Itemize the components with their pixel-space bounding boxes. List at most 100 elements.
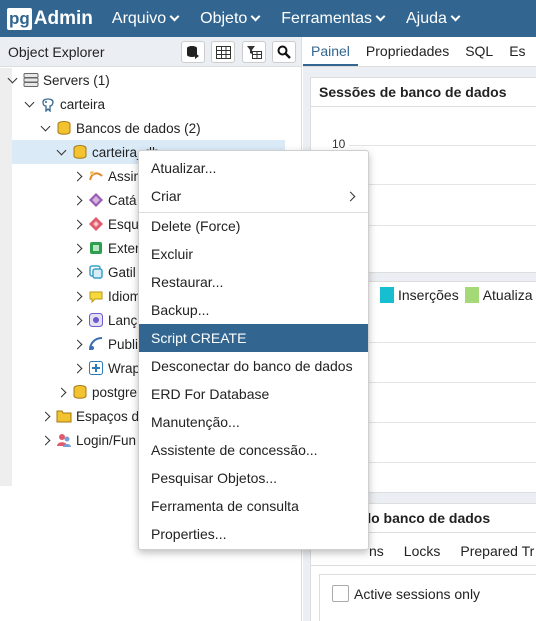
tab-es[interactable]: Es [501, 43, 533, 66]
ctx-atualizar[interactable]: Atualizar... [139, 154, 368, 182]
ctx-criar-label: Criar [151, 188, 182, 204]
ctx-desconectar[interactable]: Desconectar do banco de dados [139, 352, 368, 380]
pgadmin-logo: pg Admin [7, 0, 93, 37]
caret-right-icon[interactable] [69, 315, 85, 325]
tab-sql[interactable]: SQL [457, 43, 501, 66]
caret-down-icon[interactable] [53, 145, 69, 155]
search-button[interactable] [272, 41, 296, 63]
view-data-button[interactable] [211, 41, 235, 63]
tree-node-child-7[interactable]: Publi [69, 332, 138, 356]
tree-node-child-5[interactable]: Idiom [69, 284, 141, 308]
explorer-title: Object Explorer [8, 43, 105, 60]
menu-arquivo[interactable]: Arquivo [112, 10, 180, 28]
menu-ferramentas[interactable]: Ferramentas [281, 10, 386, 28]
menu-ajuda[interactable]: Ajuda [405, 9, 461, 28]
caret-right-icon[interactable] [37, 411, 53, 421]
tree-node-child-2[interactable]: Esqu [69, 212, 139, 236]
ctx-properties[interactable]: Properties... [139, 520, 368, 548]
tab-prepared[interactable]: Prepared Tr [460, 543, 534, 559]
tab-locks[interactable]: Locks [404, 543, 441, 559]
tree-node-login[interactable]: Login/Fun [37, 428, 136, 452]
ctx-backup[interactable]: Backup... [139, 296, 368, 324]
tree-label: Publi [108, 336, 139, 352]
tree-label: Gatil [108, 264, 136, 280]
ctx-script-create[interactable]: Script CREATE [139, 324, 368, 352]
database-icon [72, 384, 88, 400]
ctx-manutencao[interactable]: Manutenção... [139, 408, 368, 436]
chevron-down-icon [169, 11, 180, 21]
tab-sessions[interactable]: ns [369, 543, 384, 559]
gridline [349, 422, 536, 423]
main-tabs: Painel Propriedades SQL Es [303, 37, 536, 67]
tree-label: Lanç [108, 312, 138, 328]
gridline [349, 225, 536, 226]
tab-painel[interactable]: Painel [303, 43, 358, 66]
servers-icon [23, 72, 39, 88]
tree-label-servers: Servers (1) [43, 72, 110, 88]
tree-node-postgres[interactable]: postgre [53, 380, 137, 404]
tree-label: Wrap [108, 360, 141, 376]
caret-right-icon[interactable] [69, 291, 85, 301]
catalog-icon [88, 192, 104, 208]
tree-node-child-3[interactable]: Exter [69, 236, 140, 260]
active-sessions-checkbox[interactable] [332, 585, 349, 602]
caret-down-icon[interactable] [37, 121, 53, 131]
caret-right-icon[interactable] [53, 387, 69, 397]
filtered-rows-button[interactable] [242, 41, 266, 63]
tree-node-child-1[interactable]: Catá [69, 188, 137, 212]
tree-node-child-0[interactable]: Assin [69, 164, 141, 188]
tab-propriedades[interactable]: Propriedades [358, 43, 457, 66]
caret-right-icon[interactable] [69, 267, 85, 277]
caret-right-icon[interactable] [69, 243, 85, 253]
ctx-pesquisar[interactable]: Pesquisar Objetos... [139, 464, 368, 492]
caret-right-icon[interactable] [69, 171, 85, 181]
ctx-erd[interactable]: ERD For Database [139, 380, 368, 408]
gridline [349, 382, 536, 383]
legend-swatch-atualiza [464, 287, 479, 303]
caret-right-icon[interactable] [69, 195, 85, 205]
ctx-assistente[interactable]: Assistente de concessão... [139, 436, 368, 464]
tree-node-carteira-server[interactable]: carteira [21, 92, 105, 116]
caret-right-icon[interactable] [37, 435, 53, 445]
tree-label: Exter [108, 240, 140, 256]
database-icon [187, 46, 199, 59]
context-menu: Atualizar... Criar Delete (Force) Exclui… [138, 150, 369, 550]
menu-objeto[interactable]: Objeto [200, 10, 261, 28]
gridline [349, 184, 536, 185]
tree-node-child-8[interactable]: Wrap [69, 356, 140, 380]
tree-label-espacos: Espaços d [76, 408, 140, 424]
active-sessions-toggle[interactable]: Active sessions only [332, 585, 480, 602]
query-tool-button[interactable] [181, 41, 205, 63]
caret-right-icon[interactable] [69, 363, 85, 373]
caret-right-icon[interactable] [69, 219, 85, 229]
tree-label-postgres: postgre [92, 384, 138, 400]
sessions-chart-title: Sessões de banco de dados [311, 78, 536, 107]
y-tick-label: 10 [332, 137, 346, 151]
tree-node-bancos[interactable]: Bancos de dados (2) [37, 116, 201, 140]
event-trigger-icon [88, 312, 104, 328]
chevron-down-icon [250, 11, 261, 21]
ctx-restaurar[interactable]: Restaurar... [139, 268, 368, 296]
ctx-delete-force[interactable]: Delete (Force) [139, 212, 368, 240]
chevron-down-icon [450, 11, 461, 21]
main-menu: Arquivo Objeto Ferramentas Ajuda [112, 10, 481, 28]
caret-down-icon[interactable] [4, 73, 20, 83]
ctx-criar[interactable]: Criar [139, 182, 368, 210]
caret-right-icon[interactable] [69, 339, 85, 349]
tree-node-espacos[interactable]: Espaços d [37, 404, 139, 428]
tree-node-child-4[interactable]: Gatil [69, 260, 136, 284]
tree-gutter [0, 68, 12, 486]
tree-label: Assin [108, 168, 142, 184]
tree-label: Esqu [108, 216, 139, 232]
caret-down-icon[interactable] [21, 97, 37, 107]
logo-box: pg [7, 7, 32, 30]
schema-icon [88, 216, 104, 232]
logo-text: Admin [33, 7, 93, 29]
tree-node-child-6[interactable]: Lanç [69, 308, 137, 332]
ctx-ferramenta-consulta[interactable]: Ferramenta de consulta [139, 492, 368, 520]
tablespaces-icon [56, 408, 72, 424]
legend-label-atualiza: Atualiza [482, 287, 533, 303]
menu-ajuda-label: Ajuda [405, 9, 447, 27]
tree-node-servers[interactable]: Servers (1) [4, 68, 110, 92]
ctx-excluir[interactable]: Excluir [139, 240, 368, 268]
